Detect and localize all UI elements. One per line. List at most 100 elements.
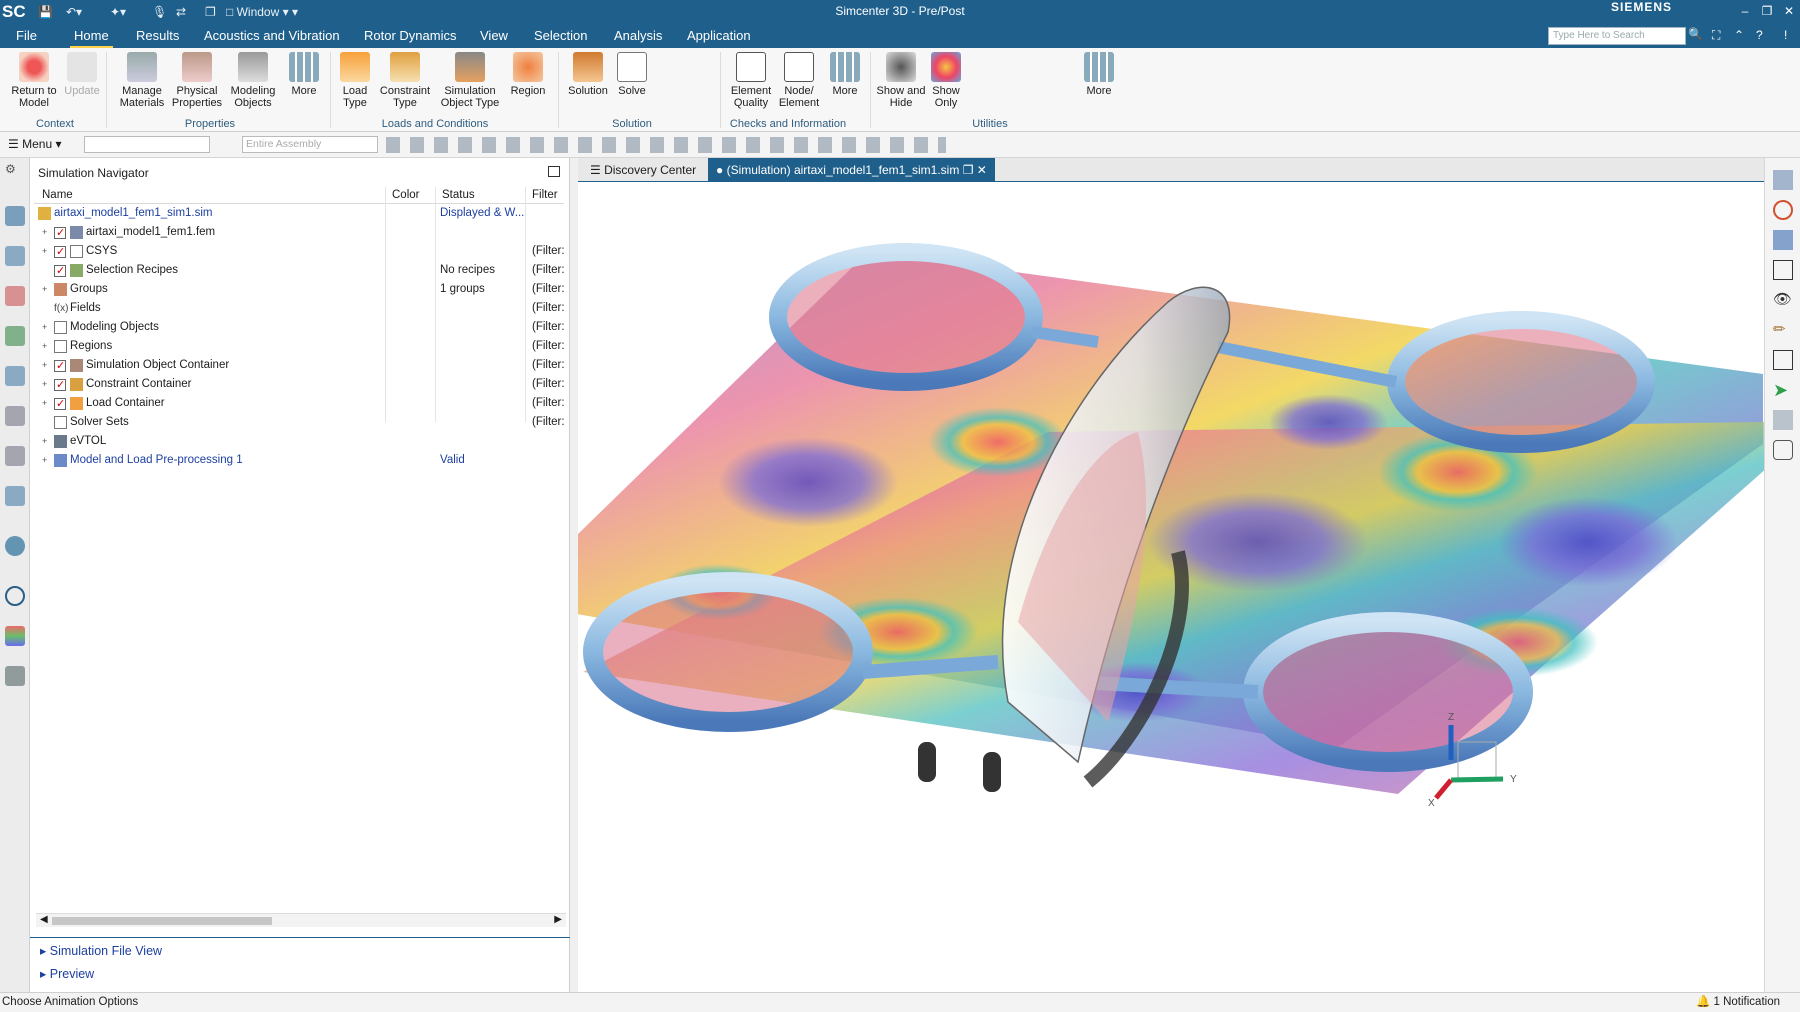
visibility-checkbox[interactable] xyxy=(54,395,66,414)
tab-rotor-dynamics[interactable]: Rotor Dynamics xyxy=(360,24,460,48)
physical-properties-button[interactable]: Physical Properties xyxy=(170,52,224,109)
expand-icon[interactable]: + xyxy=(42,223,47,242)
window-menu[interactable]: □ Window ▾ ▾ xyxy=(226,3,298,21)
help-icon[interactable]: ? xyxy=(1756,28,1763,42)
notification-icon[interactable] xyxy=(5,486,25,506)
fullscreen-icon[interactable]: ⛶ xyxy=(1712,28,1720,43)
web-browser-icon[interactable] xyxy=(5,536,25,556)
collapse-ribbon-icon[interactable]: ⌃ xyxy=(1734,28,1744,42)
column-name[interactable]: Name xyxy=(42,189,73,201)
solution-button[interactable]: Solution xyxy=(564,52,612,97)
node-element-button[interactable]: Node/ Element xyxy=(778,52,820,109)
expand-icon[interactable]: + xyxy=(42,432,47,451)
expand-icon[interactable]: + xyxy=(42,356,47,375)
tree-row-evtol[interactable]: + eVTOL xyxy=(34,432,564,451)
tree-row-groups[interactable]: + Groups 1 groups (Filter: xyxy=(34,280,565,299)
arrow-right-icon[interactable]: ➤ xyxy=(1773,380,1793,400)
expand-icon[interactable]: + xyxy=(42,451,47,470)
tree-row-modeling-objects[interactable]: + Modeling Objects (Filter: xyxy=(34,318,565,337)
paint-icon[interactable]: ✦▾ xyxy=(110,3,126,21)
evtol-simulation-render[interactable]: Z Y X xyxy=(508,182,1768,992)
sync-icon[interactable]: ⇄ xyxy=(176,3,186,21)
region-button[interactable]: Region xyxy=(508,52,548,97)
tab-application[interactable]: Application xyxy=(683,24,755,48)
visibility-checkbox[interactable] xyxy=(54,243,66,262)
notification-indicator[interactable]: 🔔 1 Notification xyxy=(1696,993,1780,1012)
brush-icon[interactable]: ✏ xyxy=(1773,320,1793,340)
tree-row-fields[interactable]: f(x) Fields (Filter: xyxy=(34,299,565,318)
show-only-button[interactable]: Show Only xyxy=(928,52,964,109)
simulation-object-type-button[interactable]: Simulation Object Type xyxy=(434,52,506,109)
window-switch-icon[interactable]: ❐ xyxy=(205,3,216,21)
scroll-thumb[interactable] xyxy=(52,917,272,925)
section-view-icon[interactable] xyxy=(1773,350,1793,370)
view-orientation-icon[interactable] xyxy=(1773,230,1793,250)
visibility-checkbox[interactable] xyxy=(54,262,66,281)
save-icon[interactable]: 💾 xyxy=(38,3,53,21)
tab-acoustics[interactable]: Acoustics and Vibration xyxy=(200,24,344,48)
history-icon[interactable] xyxy=(5,286,25,306)
tab-selection[interactable]: Selection xyxy=(530,24,591,48)
constraint-type-button[interactable]: Constraint Type xyxy=(378,52,432,109)
settings-icon[interactable]: ⚙ xyxy=(5,162,25,182)
section-simulation-file-view[interactable]: ▸ Simulation File View xyxy=(40,943,162,958)
horizontal-scrollbar[interactable]: ◀ ▶ xyxy=(36,913,566,927)
rotate-icon[interactable] xyxy=(1773,200,1793,220)
hide-icon[interactable]: 👁 xyxy=(1773,290,1793,310)
visibility-checkbox[interactable] xyxy=(54,224,66,243)
restore-icon[interactable]: ❐ xyxy=(1756,0,1778,22)
reuse-library-icon[interactable] xyxy=(5,446,25,466)
tree-row-simulation-object-container[interactable]: + Simulation Object Container (Filter: xyxy=(34,356,565,376)
simulation-navigator-icon[interactable] xyxy=(5,206,25,226)
tree-row-load-container[interactable]: + Load Container (Filter: xyxy=(34,394,565,414)
expand-icon[interactable]: + xyxy=(42,375,47,394)
assembly-icon[interactable] xyxy=(5,406,25,426)
update-button[interactable]: Update xyxy=(62,52,102,97)
render-style-icon[interactable] xyxy=(1773,170,1793,190)
alert-icon[interactable]: ! xyxy=(1784,28,1787,42)
section-preview[interactable]: ▸ Preview xyxy=(40,966,94,981)
tree-row-regions[interactable]: + Regions (Filter: xyxy=(34,337,565,356)
fem-navigator-icon[interactable] xyxy=(5,246,25,266)
selection-tools-icons[interactable] xyxy=(386,137,946,153)
tools-icon[interactable] xyxy=(5,666,25,686)
tab-discovery-center[interactable]: ☰ Discovery Center xyxy=(582,158,704,182)
column-status[interactable]: Status xyxy=(442,189,475,201)
tab-results[interactable]: Results xyxy=(132,24,183,48)
tree-row-constraint-container[interactable]: + Constraint Container (Filter: xyxy=(34,375,565,395)
element-quality-button[interactable]: Element Quality xyxy=(726,52,776,109)
minimize-icon[interactable]: – xyxy=(1734,0,1756,22)
show-and-hide-button[interactable]: Show and Hide xyxy=(876,52,926,109)
search-input[interactable]: Type Here to Search xyxy=(1548,27,1686,45)
tab-home[interactable]: Home xyxy=(70,24,113,48)
scroll-right-icon[interactable]: ▶ xyxy=(554,914,562,925)
tree-row-model-preprocessing[interactable]: + Model and Load Pre-processing 1 Valid xyxy=(34,451,564,470)
assembly-filter-select[interactable]: Entire Assembly xyxy=(242,136,378,153)
type-filter-select[interactable] xyxy=(84,136,210,153)
tab-analysis[interactable]: Analysis xyxy=(610,24,666,48)
tab-simulation-file[interactable]: ● (Simulation) airtaxi_model1_fem1_sim1.… xyxy=(708,158,995,182)
tree-row-solver-sets[interactable]: Solver Sets (Filter: xyxy=(34,413,565,432)
expand-icon[interactable]: + xyxy=(42,280,47,299)
checks-more-button[interactable]: More xyxy=(826,52,864,97)
expand-icon[interactable]: + xyxy=(42,242,47,261)
column-filter[interactable]: Filter xyxy=(532,189,558,201)
post-processing-icon[interactable] xyxy=(5,326,25,346)
layers-icon[interactable] xyxy=(1773,440,1793,460)
part-navigator-icon[interactable] xyxy=(5,366,25,386)
tree-row-csys[interactable]: + CSYS (Filter: xyxy=(34,242,565,262)
utilities-more-button[interactable]: More xyxy=(1080,52,1118,97)
tree-row-selection-recipes[interactable]: Selection Recipes No recipes (Filter: xyxy=(34,261,565,281)
expand-icon[interactable]: + xyxy=(42,337,47,356)
tab-view[interactable]: View xyxy=(476,24,512,48)
visibility-checkbox[interactable] xyxy=(54,357,66,376)
roles-icon[interactable] xyxy=(5,626,25,646)
microphone-icon[interactable]: 🎙 xyxy=(152,3,167,21)
graphics-window[interactable]: Z Y X xyxy=(508,182,1768,992)
manage-materials-button[interactable]: Manage Materials xyxy=(116,52,168,109)
column-color[interactable]: Color xyxy=(392,189,419,201)
properties-more-button[interactable]: More xyxy=(284,52,324,97)
expand-icon[interactable]: + xyxy=(42,394,47,413)
load-type-button[interactable]: Load Type xyxy=(334,52,376,109)
search-icon[interactable]: 🔍 xyxy=(1688,27,1703,41)
